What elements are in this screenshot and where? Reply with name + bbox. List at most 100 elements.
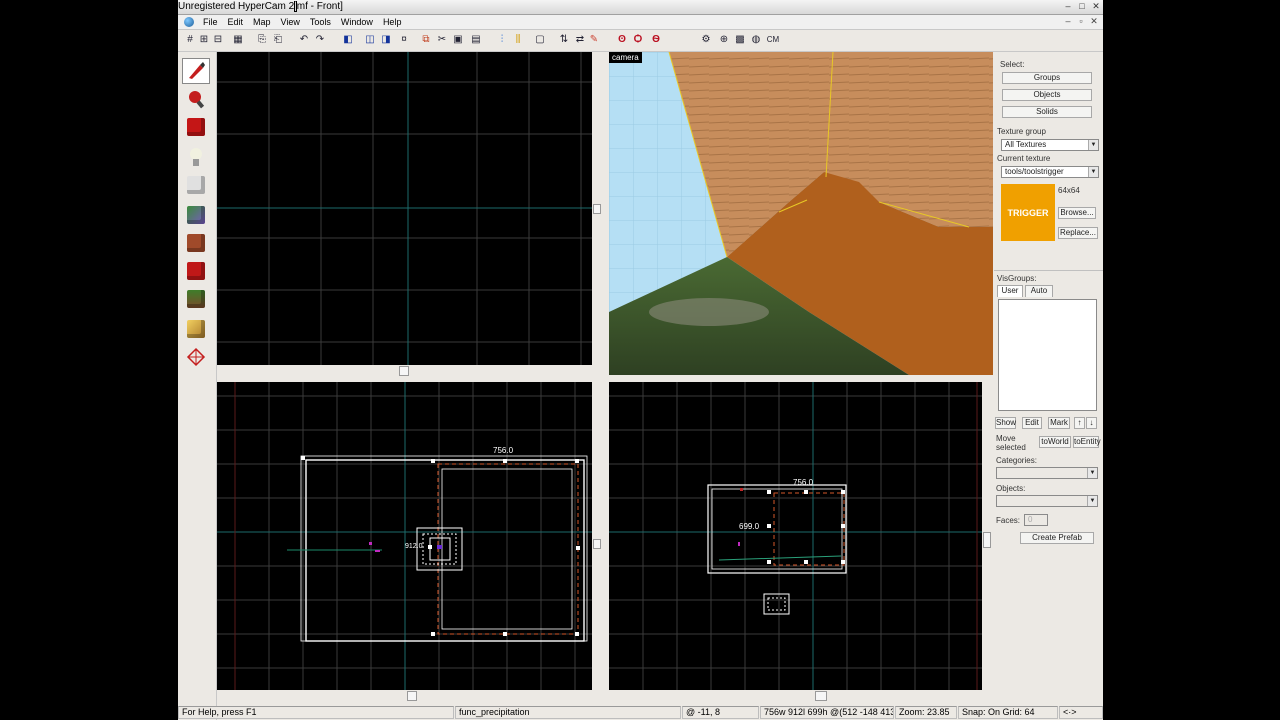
group-icon[interactable]: ◫ xyxy=(364,34,376,46)
texture-lock-icon[interactable]: ⧉ xyxy=(420,34,432,46)
flip-horizontal-icon[interactable]: ⇄ xyxy=(574,34,586,46)
to-entity-button[interactable]: toEntity xyxy=(1073,436,1101,448)
current-texture-select[interactable]: tools/toolstrigger ▼ xyxy=(1001,166,1099,178)
texture-browser-icon[interactable]: ▩ xyxy=(734,34,746,46)
visgroups-list[interactable] xyxy=(998,299,1097,411)
sphere-icon[interactable]: ◍ xyxy=(750,34,762,46)
status-arrows: <·> xyxy=(1059,706,1103,719)
grid-larger-icon[interactable]: ⊟ xyxy=(212,34,224,46)
paste-icon[interactable]: ⎗ xyxy=(272,34,284,46)
vertex-tool[interactable] xyxy=(182,316,210,342)
select-filter-icon[interactable]: ⫶ xyxy=(496,34,508,46)
path-tool[interactable] xyxy=(182,344,210,370)
run-map-icon[interactable]: ✎ xyxy=(588,34,600,46)
grid-toggle-icon[interactable]: # xyxy=(184,34,196,46)
window-title: Unregistered HyperCam 2|mf - Front] xyxy=(178,1,343,12)
undo-icon[interactable]: ↶ xyxy=(298,34,310,46)
decal-tool[interactable] xyxy=(182,258,210,284)
mdi-close-button[interactable]: ✕ xyxy=(1088,16,1100,27)
browse-button[interactable]: Browse... xyxy=(1058,207,1096,219)
scrollbar-horizontal-bottom-right[interactable] xyxy=(609,690,982,702)
select-objects-button[interactable]: Objects xyxy=(1002,89,1092,101)
vis-edit-button[interactable]: Edit xyxy=(1022,417,1042,429)
to-world-button[interactable]: toWorld xyxy=(1039,436,1071,448)
display-icon[interactable]: Ѻ xyxy=(632,34,644,46)
viewport-2d-bottom-left[interactable]: 756.0 912.0 xyxy=(217,382,592,690)
vis-mark-button[interactable]: Mark xyxy=(1048,417,1070,429)
scrollbar-vertical-top-left[interactable] xyxy=(592,52,602,365)
brush-view-right xyxy=(609,382,982,690)
tab-visgroups-user[interactable]: User xyxy=(997,285,1023,297)
stack-icon[interactable]: ▤ xyxy=(470,34,482,46)
tab-visgroups-auto[interactable]: Auto xyxy=(1025,285,1053,297)
menu-tools[interactable]: Tools xyxy=(305,15,336,29)
menu-edit[interactable]: Edit xyxy=(223,15,249,29)
selection-tool[interactable] xyxy=(182,58,210,84)
select-solids-button[interactable]: Solids xyxy=(1002,106,1092,118)
close-button[interactable]: ✕ xyxy=(1089,1,1103,12)
chevron-down-icon: ▼ xyxy=(1087,496,1097,506)
settings-icon[interactable]: ⚙ xyxy=(700,34,712,46)
title-prefix: Unregistered HyperCam 2 xyxy=(178,1,295,12)
clipboard-icon[interactable]: ▣ xyxy=(452,34,464,46)
cut-icon[interactable]: ✂ xyxy=(436,34,448,46)
menu-map[interactable]: Map xyxy=(248,15,276,29)
clip-cube-icon xyxy=(187,290,205,308)
main-toolbar: # ⊞ ⊟ ▦ ⎘ ⎗ ↶ ↷ ◧ ◫ ◨ ¤ ⧉ ✂ ▣ ▤ ⫶ ⫼ ▢ ⇅ … xyxy=(178,30,1103,52)
create-prefab-button[interactable]: Create Prefab xyxy=(1020,532,1094,544)
scrollbar-vertical-bottom-right[interactable] xyxy=(982,382,992,690)
mdi-minimize-button[interactable]: – xyxy=(1062,16,1074,27)
path-icon xyxy=(186,347,206,367)
object-properties-panel: Select: Groups Objects Solids Texture gr… xyxy=(994,52,1103,704)
categories-label: Categories: xyxy=(996,456,1037,465)
faces-stepper[interactable]: 0 xyxy=(1024,514,1048,526)
replace-button[interactable]: Replace... xyxy=(1058,227,1098,239)
grid-smaller-icon[interactable]: ⊞ xyxy=(198,34,210,46)
camera-tool[interactable] xyxy=(182,114,210,140)
move-down-icon[interactable]: ↓ xyxy=(1086,417,1097,429)
compile-icon[interactable]: ⊕ xyxy=(718,34,730,46)
fx-icon[interactable]: ʘ xyxy=(616,34,628,46)
hammer-editor-window: Unregistered HyperCam 2|mf - Front] – □ … xyxy=(178,0,1103,720)
bounding-box-icon[interactable]: ▢ xyxy=(534,34,546,46)
select-label: Select: xyxy=(1000,60,1025,69)
highlight-icon[interactable]: ⫼ xyxy=(512,34,524,46)
maximize-button[interactable]: □ xyxy=(1075,1,1089,12)
texture-group-select[interactable]: All Textures ▼ xyxy=(1001,139,1099,151)
scrollbar-horizontal-bottom-left[interactable] xyxy=(217,690,592,702)
categories-select[interactable]: ▼ xyxy=(996,467,1098,479)
redo-icon[interactable]: ↷ xyxy=(314,34,326,46)
decal-cube-icon xyxy=(187,262,205,280)
viewport-2d-top-left[interactable] xyxy=(217,52,592,365)
scrollbar-vertical-bottom-left[interactable] xyxy=(592,382,602,690)
minimize-button[interactable]: – xyxy=(1061,1,1075,12)
objects-select[interactable]: ▼ xyxy=(996,495,1098,507)
move-up-icon[interactable]: ↑ xyxy=(1074,417,1085,429)
menu-file[interactable]: File xyxy=(198,15,223,29)
select-groups-button[interactable]: Groups xyxy=(1002,72,1092,84)
cm-button[interactable]: CM xyxy=(764,34,782,46)
entity-tool[interactable] xyxy=(182,144,210,170)
menu-window[interactable]: Window xyxy=(336,15,378,29)
viewport-3d-camera[interactable]: camera xyxy=(609,52,993,375)
grid-3d-icon[interactable]: ▦ xyxy=(232,34,244,46)
block-tool[interactable] xyxy=(182,172,210,198)
vis-show-button[interactable]: Show xyxy=(995,417,1016,429)
menu-help[interactable]: Help xyxy=(378,15,407,29)
clip-tool[interactable] xyxy=(182,286,210,312)
mdi-restore-button[interactable]: ▫ xyxy=(1075,16,1087,27)
ungroup-icon[interactable]: ◨ xyxy=(380,34,392,46)
pointer-icon xyxy=(189,62,205,79)
flip-vertical-icon[interactable]: ⇅ xyxy=(558,34,570,46)
carve-icon[interactable]: ◧ xyxy=(342,34,354,46)
texture-tool[interactable] xyxy=(182,202,210,228)
copy-icon[interactable]: ⎘ xyxy=(256,34,268,46)
texture-preview: TRIGGER xyxy=(1001,184,1055,241)
scrollbar-horizontal-top-left[interactable] xyxy=(217,365,592,377)
menu-view[interactable]: View xyxy=(276,15,305,29)
hide-icon[interactable]: ¤ xyxy=(398,34,410,46)
magnify-tool[interactable] xyxy=(182,86,210,112)
entity-icon[interactable]: Ѳ xyxy=(650,34,662,46)
apply-texture-tool[interactable] xyxy=(182,230,210,256)
viewport-2d-bottom-right[interactable]: 756.0 699.0 xyxy=(609,382,982,690)
